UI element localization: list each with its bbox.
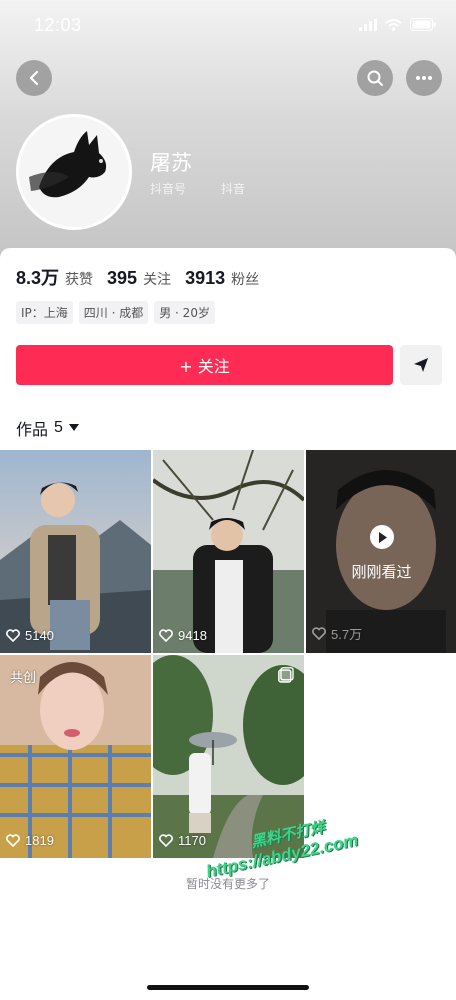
stat-followers-value: 3913 — [185, 268, 226, 288]
recently-viewed-label: 刚刚看过 — [351, 563, 412, 581]
video-thumbnail — [0, 450, 151, 653]
heart-icon — [159, 834, 173, 847]
video-likes: 1819 — [6, 833, 54, 848]
cat-avatar-image — [19, 117, 129, 227]
video-likes: 5.7万 — [312, 624, 362, 643]
play-icon — [370, 525, 394, 549]
video-tile[interactable]: 5140 — [0, 450, 151, 653]
co-create-badge: 共创 — [10, 671, 37, 686]
battery-icon — [410, 18, 436, 31]
status-bar: 12:03 — [0, 0, 456, 52]
nickname: 屠苏 — [150, 151, 192, 175]
video-likes-count: 5140 — [25, 628, 54, 643]
avatar[interactable] — [16, 114, 132, 230]
back-button[interactable] — [16, 60, 52, 96]
home-indicator[interactable] — [147, 985, 309, 990]
status-icons — [359, 18, 436, 31]
tab-works[interactable]: 作品 5 — [16, 416, 79, 440]
multi-image-icon — [278, 667, 294, 683]
heart-icon — [159, 629, 173, 642]
stat-followers[interactable]: 3913 粉丝 — [185, 268, 259, 289]
stats-row: 8.3万 获赞 395 关注 3913 粉丝 — [16, 264, 273, 290]
video-tile[interactable]: 共创 1819 — [0, 655, 151, 858]
status-time: 12:03 — [34, 15, 82, 35]
video-likes: 9418 — [159, 628, 207, 643]
video-tile-recently-viewed[interactable]: 刚刚看过 5.7万 — [306, 450, 456, 653]
share-button[interactable] — [400, 345, 442, 385]
douyin-id-value[interactable]: 抖音 — [221, 180, 245, 197]
tag-gender-age: 男 · 20岁 — [154, 301, 215, 324]
more-button[interactable] — [406, 60, 442, 96]
works-tab-label: 作品 — [16, 420, 49, 439]
video-thumbnail — [153, 450, 304, 653]
tag-ip: IP：上海 — [16, 301, 73, 324]
search-icon — [367, 70, 383, 86]
more-icon — [416, 76, 432, 80]
heart-icon — [6, 834, 20, 847]
back-arrow-icon — [29, 70, 39, 86]
stat-following[interactable]: 395 关注 — [107, 268, 171, 289]
video-likes-count: 1819 — [25, 833, 54, 848]
stat-likes-label: 获赞 — [65, 272, 94, 288]
tag-location: 四川 · 成都 — [78, 301, 149, 324]
share-icon — [414, 358, 428, 372]
stat-likes[interactable]: 8.3万 获赞 — [16, 264, 93, 290]
heart-icon — [6, 629, 20, 642]
recently-viewed-overlay — [306, 450, 456, 653]
video-tile[interactable]: 9418 — [153, 450, 304, 653]
video-likes-count: 9418 — [178, 628, 207, 643]
signal-icon — [359, 18, 377, 31]
stat-following-label: 关注 — [143, 272, 172, 288]
video-likes: 5140 — [6, 628, 54, 643]
video-likes: 1170 — [159, 833, 206, 848]
follow-button[interactable]: + 关注 — [16, 345, 393, 385]
stat-likes-value: 8.3万 — [16, 268, 60, 288]
heart-icon — [312, 627, 326, 640]
stat-following-value: 395 — [107, 268, 138, 288]
chevron-down-icon — [68, 424, 79, 431]
works-tab-count: 5 — [54, 419, 63, 436]
search-button[interactable] — [357, 60, 393, 96]
wifi-icon — [385, 18, 402, 31]
profile-tags: IP：上海 四川 · 成都 男 · 20岁 — [16, 301, 215, 324]
douyin-id-label: 抖音号 — [150, 182, 187, 196]
video-likes-count: 5.7万 — [331, 627, 363, 642]
stat-followers-label: 粉丝 — [231, 272, 260, 288]
